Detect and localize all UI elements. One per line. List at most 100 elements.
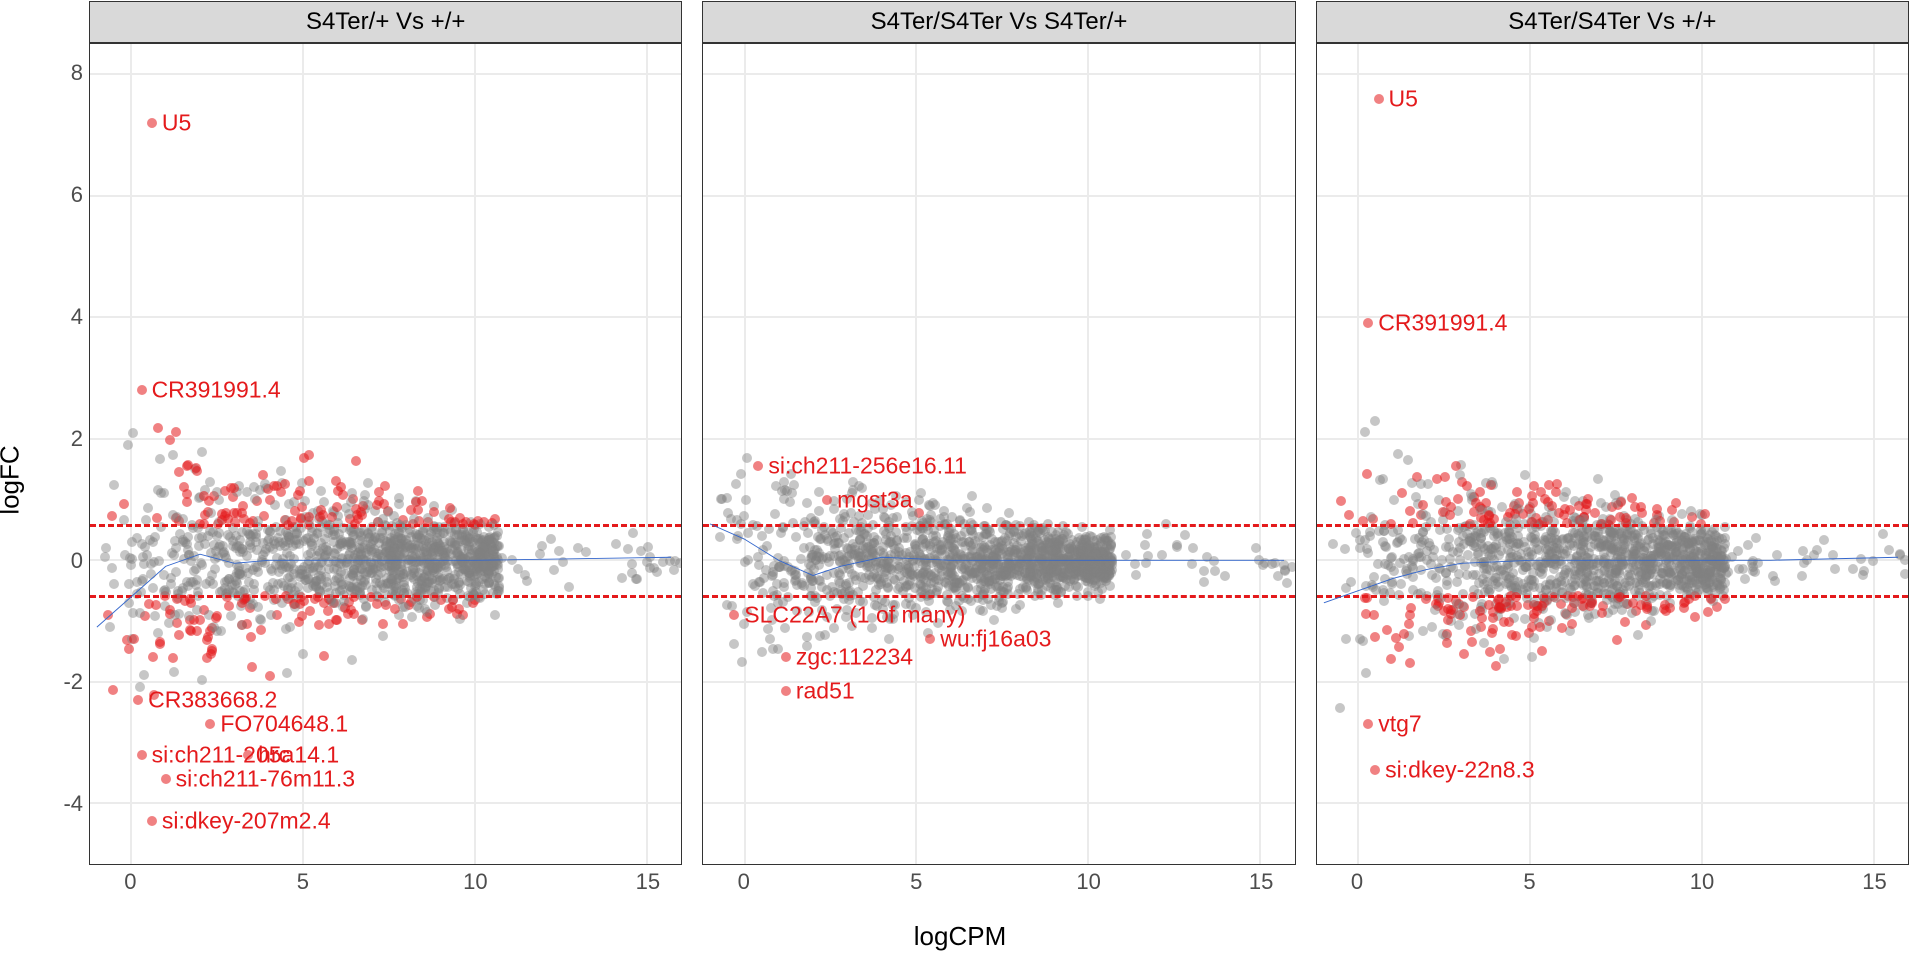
point-significant: [103, 610, 113, 620]
point: [931, 574, 941, 584]
point: [474, 577, 484, 587]
point-significant: [119, 499, 129, 509]
point: [249, 585, 259, 595]
point: [1658, 530, 1668, 540]
point: [829, 568, 839, 578]
grid-h: [1317, 438, 1908, 440]
point-labeled: [781, 652, 791, 662]
point: [490, 610, 500, 620]
point-labeled: [925, 634, 935, 644]
grid-h: [1317, 195, 1908, 197]
point: [1011, 604, 1021, 614]
point: [1753, 558, 1763, 568]
point: [479, 561, 489, 571]
point: [522, 576, 532, 586]
point: [373, 570, 383, 580]
point-significant: [332, 615, 342, 625]
point: [235, 547, 245, 557]
point: [212, 531, 222, 541]
point: [226, 611, 236, 621]
point-significant: [1667, 505, 1677, 515]
point: [1381, 542, 1391, 552]
point: [1251, 543, 1261, 553]
point-significant: [343, 609, 353, 619]
x-tick: 5: [1523, 869, 1535, 895]
point: [1706, 544, 1716, 554]
point-significant: [1612, 635, 1622, 645]
point: [1715, 582, 1725, 592]
point-significant: [168, 653, 178, 663]
point: [146, 569, 156, 579]
grid-h: [90, 195, 681, 197]
y-tick: 4: [23, 304, 83, 330]
grid-h: [703, 195, 1294, 197]
point: [1513, 577, 1523, 587]
point: [1454, 620, 1464, 630]
gene-label: CR391991.4: [152, 377, 281, 404]
point: [109, 480, 119, 490]
point: [1802, 555, 1812, 565]
point-significant: [182, 461, 192, 471]
point-labeled: [161, 774, 171, 784]
point: [554, 546, 564, 556]
gene-label: FO704648.1: [220, 711, 348, 738]
point: [1594, 542, 1604, 552]
point: [814, 506, 824, 516]
point: [150, 532, 160, 542]
point-significant: [378, 619, 388, 629]
point: [796, 554, 806, 564]
point: [1060, 581, 1070, 591]
point: [1479, 638, 1489, 648]
point: [1583, 610, 1593, 620]
point-significant: [1386, 654, 1396, 664]
point: [1442, 580, 1452, 590]
point: [1591, 532, 1601, 542]
point: [400, 602, 410, 612]
point-significant: [1362, 469, 1372, 479]
grid-v: [1529, 44, 1531, 864]
grid-h: [703, 73, 1294, 75]
point: [1576, 561, 1586, 571]
point: [1680, 566, 1690, 576]
point: [355, 583, 365, 593]
point: [791, 532, 801, 542]
point: [207, 570, 217, 580]
point: [722, 493, 732, 503]
point: [150, 611, 160, 621]
point: [1555, 572, 1565, 582]
point: [743, 555, 753, 565]
point: [223, 530, 233, 540]
plot-outer: -4-202468U5CR391991.4CR383668.2FO704648.…: [89, 43, 682, 865]
point-significant: [1405, 658, 1415, 668]
y-tick: 0: [23, 548, 83, 574]
point: [1552, 550, 1562, 560]
point-significant: [280, 479, 290, 489]
x-tick: 0: [1351, 869, 1363, 895]
point-significant: [1336, 496, 1346, 506]
point: [803, 528, 813, 538]
point: [1497, 502, 1507, 512]
point: [824, 557, 834, 567]
point: [617, 573, 627, 583]
point-significant: [333, 486, 343, 496]
point: [265, 585, 275, 595]
point: [420, 584, 430, 594]
point: [1396, 579, 1406, 589]
threshold-line: [90, 524, 681, 527]
point: [153, 628, 163, 638]
point-significant: [258, 470, 268, 480]
point: [627, 568, 637, 578]
point: [1563, 533, 1573, 543]
point: [139, 559, 149, 569]
point: [1418, 509, 1428, 519]
point: [757, 647, 767, 657]
point: [1335, 703, 1345, 713]
point: [1282, 578, 1292, 588]
point-significant: [1665, 603, 1675, 613]
point: [318, 543, 328, 553]
point: [282, 668, 292, 678]
point: [346, 497, 356, 507]
point-significant: [202, 653, 212, 663]
point: [100, 552, 110, 562]
point: [447, 579, 457, 589]
